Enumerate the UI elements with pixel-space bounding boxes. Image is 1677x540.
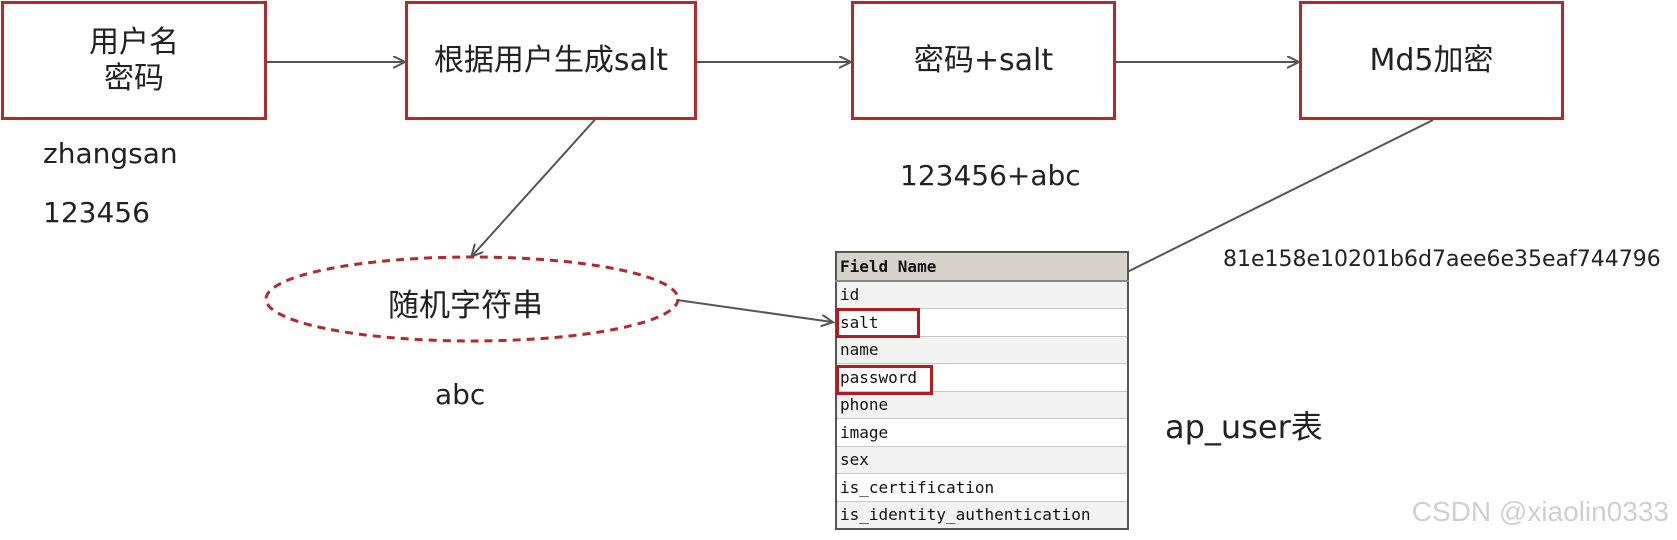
table-row-name: name [836, 336, 1128, 364]
box-md5-encrypt: Md5加密 [1299, 1, 1564, 120]
table-row-sex: sex [836, 446, 1128, 474]
box-username-password: 用户名 密码 [1, 1, 267, 120]
random-string-label: 随机字符串 [388, 288, 543, 324]
box-generate-salt: 根据用户生成salt [405, 1, 697, 120]
table-row-image: image [836, 418, 1128, 447]
box-generate-salt-label: 根据用户生成salt [433, 42, 669, 78]
password-field-highlight [836, 365, 933, 395]
arrow-random-to-salt-field [676, 299, 832, 322]
salt-field-highlight [836, 308, 920, 338]
box-md5-encrypt-label: Md5加密 [1369, 42, 1494, 78]
table-row-phone: phone [836, 391, 1128, 419]
box-username-password-label: 用户名 密码 [89, 24, 179, 96]
hash-value: 81e158e10201b6d7aee6e35eaf744796 [1223, 247, 1661, 272]
watermark: CSDN @xiaolin0333 [1411, 496, 1669, 527]
username-value: zhangsan [43, 137, 178, 170]
table-header: Field Name [836, 252, 1128, 282]
table-row-is-certification: is_certification [836, 473, 1128, 502]
table-caption: ap_user表 [1165, 408, 1323, 446]
combined-value: 123456+abc [900, 159, 1081, 192]
box-password-plus-salt-label: 密码+salt [913, 42, 1054, 78]
table-row-is-identity-authentication: is_identity_authentication [836, 501, 1128, 530]
password-value: 123456 [43, 196, 150, 229]
table-row-id: id [836, 280, 1128, 309]
random-value: abc [435, 378, 486, 411]
box-password-plus-salt: 密码+salt [851, 1, 1116, 120]
